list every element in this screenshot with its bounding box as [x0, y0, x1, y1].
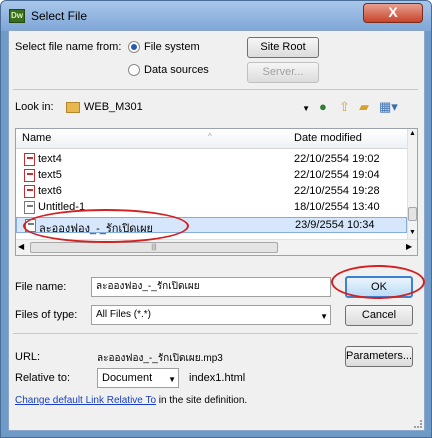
url-label: URL:: [15, 351, 41, 363]
divider: [13, 89, 418, 90]
new-folder-icon[interactable]: ▰: [359, 99, 369, 115]
cancel-button[interactable]: Cancel: [345, 305, 413, 326]
horizontal-scroll-thumb[interactable]: |||: [30, 242, 278, 253]
server-button[interactable]: Server...: [247, 62, 319, 83]
file-row-date: 18/10/2554 13:40: [294, 201, 380, 213]
file-row-name: text4: [38, 153, 62, 165]
annotation-ellipse-ok-button: [331, 265, 425, 299]
relative-to-label: Relative to:: [15, 372, 71, 384]
chevron-down-icon: ▼: [168, 375, 176, 384]
file-row-date: 22/10/2554 19:02: [294, 153, 380, 165]
data-sources-label: Data sources: [144, 64, 209, 76]
divider: [13, 333, 418, 334]
look-in-toolbar: ● ⇧ ▰ ▦▾: [319, 99, 419, 115]
scroll-right-icon[interactable]: ▶: [406, 242, 412, 251]
file-row[interactable]: text5 22/10/2554 19:04: [16, 168, 407, 184]
pdf-file-icon: [24, 185, 35, 198]
close-button[interactable]: X: [363, 3, 423, 23]
look-in-value: WEB_M301: [84, 101, 143, 113]
file-system-radio[interactable]: [128, 41, 140, 53]
relative-to-value: Document: [102, 372, 153, 384]
relative-to-dropdown[interactable]: Document ▼: [97, 368, 179, 388]
look-in-dropdown[interactable]: WEB_M301 ▼: [61, 97, 313, 117]
back-icon[interactable]: ●: [319, 99, 327, 115]
footer-rest-text: in the site definition.: [156, 395, 248, 406]
parameters-button[interactable]: Parameters...: [345, 346, 413, 367]
scroll-down-icon[interactable]: ▼: [409, 229, 416, 236]
file-row-date: 22/10/2554 19:04: [294, 169, 380, 181]
file-row[interactable]: text6 22/10/2554 19:28: [16, 184, 407, 200]
footer-text: Change default Link Relative To in the s…: [15, 395, 247, 406]
title-bar[interactable]: Dw Select File X: [1, 1, 431, 31]
date-modified-column-header[interactable]: Date modified: [294, 132, 362, 144]
select-file-dialog: Dw Select File X Select file name from: …: [0, 0, 432, 438]
look-in-label: Look in:: [15, 101, 54, 113]
name-column-header[interactable]: Name: [22, 132, 51, 144]
up-folder-icon[interactable]: ⇧: [339, 99, 350, 115]
file-name-label: File name:: [15, 281, 67, 293]
files-of-type-value: All Files (*.*): [96, 309, 152, 320]
vertical-scroll-thumb[interactable]: [408, 207, 417, 221]
scroll-left-icon[interactable]: ◀: [18, 242, 24, 251]
change-default-link[interactable]: Change default Link Relative To: [15, 395, 156, 406]
folder-icon: [66, 101, 80, 113]
file-row-name: text6: [38, 185, 62, 197]
file-row-name: text5: [38, 169, 62, 181]
site-root-button[interactable]: Site Root: [247, 37, 319, 58]
data-sources-radio[interactable]: [128, 64, 140, 76]
select-from-label: Select file name from:: [15, 41, 122, 53]
pdf-file-icon: [24, 169, 35, 182]
sort-arrow-icon: ^: [208, 132, 212, 141]
file-list-header: Name ^ Date modified: [16, 129, 407, 149]
dreamweaver-app-icon: Dw: [9, 9, 25, 23]
scroll-up-icon[interactable]: ▲: [409, 130, 416, 137]
file-name-input[interactable]: ละอองฟอง_-_รักเปิดเผย: [91, 277, 331, 297]
annotation-ellipse-selected-file: [23, 209, 189, 243]
file-row-date: 22/10/2554 19:28: [294, 185, 380, 197]
pdf-file-icon: [24, 153, 35, 166]
files-of-type-label: Files of type:: [15, 309, 78, 321]
url-value: ละอองฟอง_-_รักเปิดเผย.mp3: [97, 353, 223, 364]
dialog-title: Select File: [31, 9, 88, 23]
chevron-down-icon: ▼: [320, 312, 328, 321]
vertical-scrollbar[interactable]: ▲ ▼: [407, 129, 417, 239]
resize-grip[interactable]: [414, 420, 422, 428]
relative-target-file: index1.html: [189, 372, 246, 384]
chevron-down-icon: ▼: [302, 104, 310, 113]
view-menu-icon[interactable]: ▦▾: [379, 99, 398, 115]
file-row[interactable]: text4 22/10/2554 19:02: [16, 152, 407, 168]
file-system-label: File system: [144, 41, 200, 53]
document-icon: [24, 201, 35, 214]
file-row-date: 23/9/2554 10:34: [295, 219, 375, 231]
files-of-type-dropdown[interactable]: All Files (*.*) ▼: [91, 305, 331, 325]
